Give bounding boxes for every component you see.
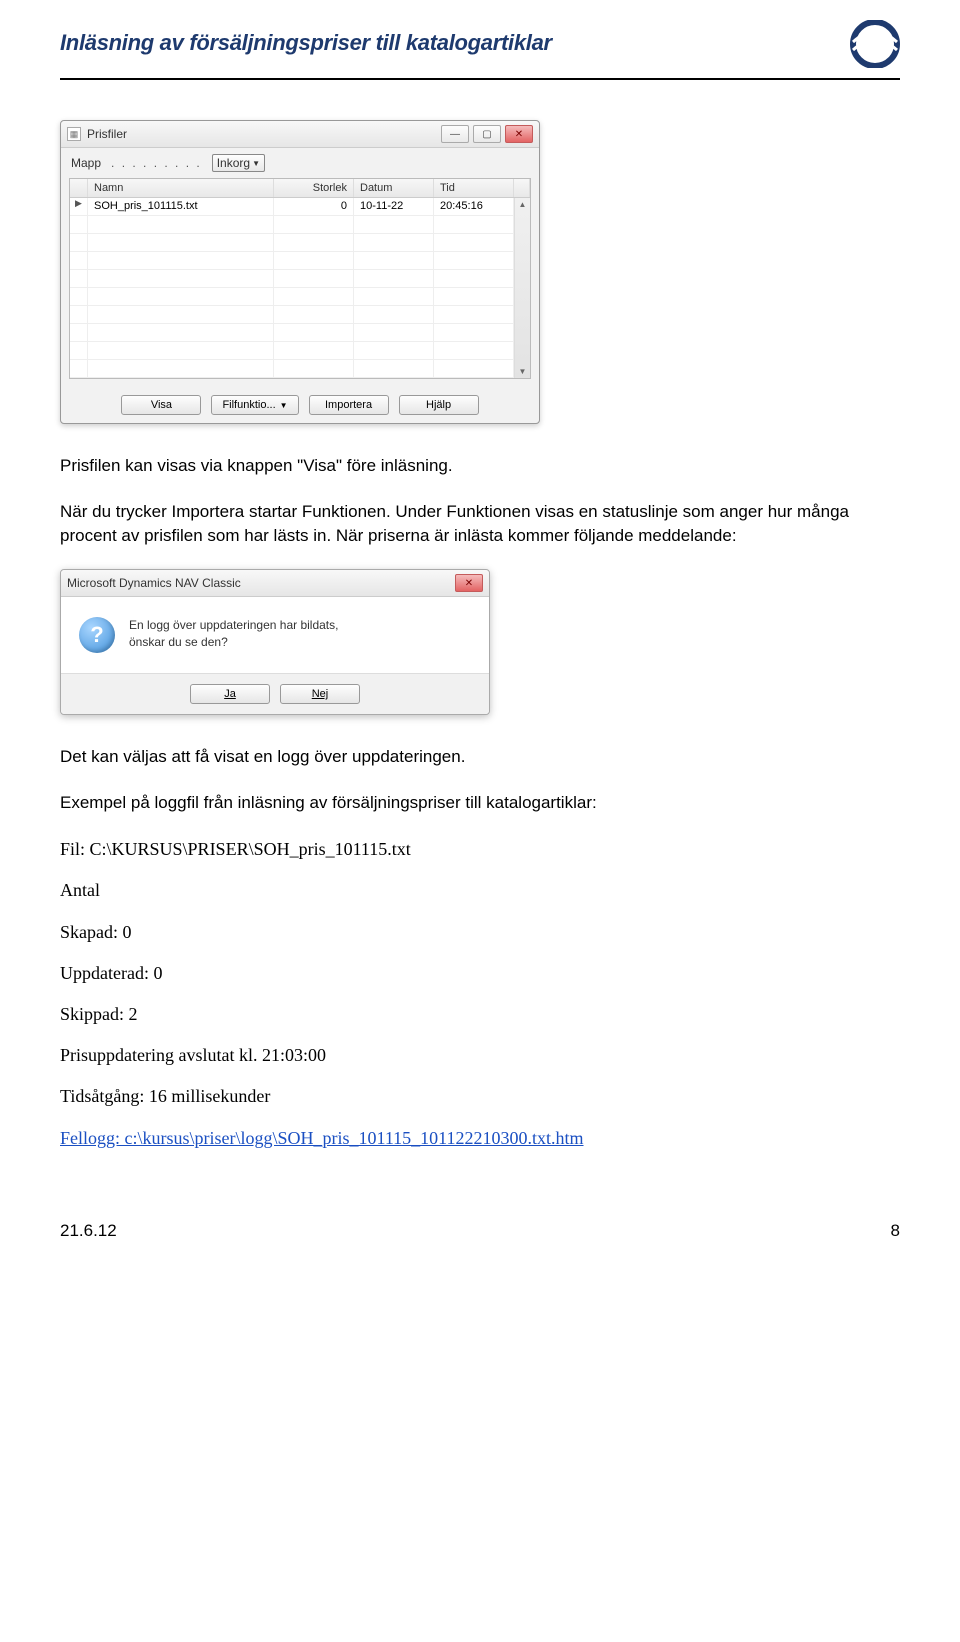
cell-date: 10-11-22 [354,198,434,215]
chevron-down-icon: ▼ [280,401,288,410]
table-row [70,306,514,324]
table-row [70,360,514,378]
dots: . . . . . . . . . [111,156,202,170]
maximize-button[interactable]: ▢ [473,125,501,143]
filfunktion-button[interactable]: Filfunktio...▼ [211,395,298,415]
table-row [70,270,514,288]
log-tids: Tidsåtgång: 16 millisekunder [60,1084,900,1109]
log-section: Exempel på loggfil från inläsning av för… [60,793,900,1151]
dialog-title: Microsoft Dynamics NAV Classic [67,576,241,590]
scroll-down-icon: ▼ [519,365,527,378]
col-date[interactable]: Datum [354,179,434,197]
window-title: Prisfiler [87,127,127,141]
logo [840,20,900,68]
table-row [70,216,514,234]
cell-time: 20:45:16 [434,198,514,215]
dialog-titlebar: Microsoft Dynamics NAV Classic ✕ [61,570,489,597]
body-text: Prisfilen kan visas via knappen "Visa" f… [60,454,900,547]
importera-button[interactable]: Importera [309,395,389,415]
message-dialog: Microsoft Dynamics NAV Classic ✕ ? En lo… [60,569,490,715]
page-title: Inläsning av försäljningspriser till kat… [60,30,552,56]
titlebar: ▦ Prisfiler — ▢ ✕ [61,121,539,148]
footer-page: 8 [891,1221,900,1241]
hjalp-button[interactable]: Hjälp [399,395,479,415]
paragraph: Det kan väljas att få visat en logg över… [60,745,900,769]
cell-name: SOH_pris_101115.txt [88,198,274,215]
folder-row: Mapp . . . . . . . . . Inkorg ▼ [61,148,539,178]
col-size[interactable]: Storlek [274,179,354,197]
grid-header: Namn Storlek Datum Tid [70,179,530,198]
table-row [70,288,514,306]
dialog-text: En logg över uppdateringen har bildats, … [129,617,338,653]
button-bar: Visa Filfunktio...▼ Importera Hjälp [61,387,539,423]
table-row [70,252,514,270]
log-skippad: Skippad: 2 [60,1002,900,1027]
window-icon: ▦ [67,127,81,141]
folder-dropdown[interactable]: Inkorg ▼ [212,154,265,172]
log-antal: Antal [60,878,900,903]
col-name[interactable]: Namn [88,179,274,197]
paragraph: Prisfilen kan visas via knappen "Visa" f… [60,454,900,478]
folder-value: Inkorg [217,156,250,170]
col-time[interactable]: Tid [434,179,514,197]
close-button[interactable]: ✕ [505,125,533,143]
body-text: Det kan väljas att få visat en logg över… [60,745,900,769]
paragraph: Exempel på loggfil från inläsning av för… [60,793,900,813]
page-footer: 21.6.12 8 [60,1221,900,1241]
log-uppdaterad: Uppdaterad: 0 [60,961,900,986]
question-icon: ? [79,617,115,653]
yes-button[interactable]: Ja [190,684,270,704]
page-header: Inläsning av försäljningspriser till kat… [60,30,900,80]
minimize-button[interactable]: — [441,125,469,143]
log-file: Fil: C:\KURSUS\PRISER\SOH_pris_101115.tx… [60,837,900,862]
visa-button[interactable]: Visa [121,395,201,415]
no-button[interactable]: Nej [280,684,360,704]
scroll-up-icon: ▲ [519,198,527,211]
table-row [70,342,514,360]
table-row [70,234,514,252]
close-button[interactable]: ✕ [455,574,483,592]
table-row[interactable]: ▶ SOH_pris_101115.txt 0 10-11-22 20:45:1… [70,198,514,216]
chevron-down-icon: ▼ [252,159,260,168]
folder-label: Mapp [71,156,101,170]
paragraph: När du trycker Importera startar Funktio… [60,500,900,548]
scrollbar[interactable]: ▲ ▼ [514,198,530,378]
table-row [70,324,514,342]
file-grid: Namn Storlek Datum Tid ▶ SOH_pris_101115… [69,178,531,379]
fellogg-link[interactable]: Fellogg: c:\kursus\priser\logg\SOH_pris_… [60,1128,584,1148]
prisfiler-window: ▦ Prisfiler — ▢ ✕ Mapp . . . . . . . . .… [60,120,540,424]
log-skapad: Skapad: 0 [60,920,900,945]
footer-date: 21.6.12 [60,1221,117,1241]
log-avslutat: Prisuppdatering avslutat kl. 21:03:00 [60,1043,900,1068]
cell-size: 0 [274,198,354,215]
row-selector-icon: ▶ [70,198,88,215]
